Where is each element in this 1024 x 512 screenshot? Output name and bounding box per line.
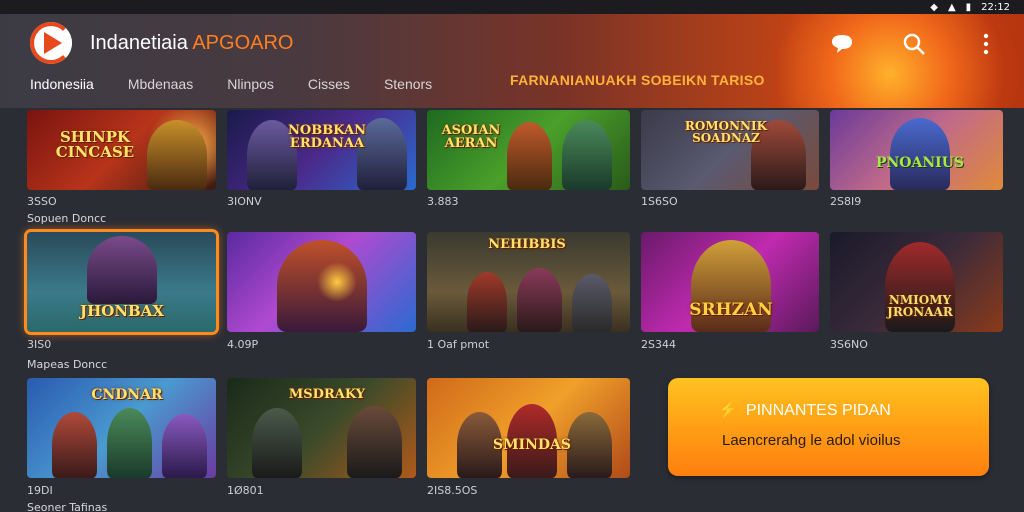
signal-icon: ▲ (947, 1, 956, 13)
game-meta: 1S6SO (641, 195, 678, 208)
tab-4[interactable]: Cisses (308, 76, 350, 92)
game-card[interactable]: CNDNAR (27, 378, 216, 478)
game-title: CNDNAR (91, 387, 163, 403)
battery-icon: ▮ (965, 1, 972, 13)
app-title: Indanetiaia APGOARO (90, 32, 293, 55)
tab-indonesia[interactable]: Indonesiia (30, 76, 94, 92)
game-meta: 3IONV (227, 195, 262, 208)
game-title: ROMONNIK SOADNAZ (684, 119, 768, 145)
tab-5[interactable]: Stenors (384, 76, 432, 92)
game-title: SHINPK CINCASE (55, 128, 135, 161)
game-card[interactable]: SMINDAS (427, 378, 630, 478)
wifi-icon: ◆ (930, 1, 938, 13)
game-card[interactable]: NMIOMY JRONAAR (830, 232, 1003, 332)
game-meta: 3S6NO (830, 338, 868, 351)
cta-title: ⚡ PINNANTES PIDAN (718, 400, 891, 420)
game-meta: 3SSO (27, 195, 57, 208)
tab-2[interactable]: Mbdenaas (128, 76, 193, 92)
section-heading: Seoner Tafinas (27, 501, 108, 512)
game-title: NOBBKAN ERDANAA (288, 123, 366, 151)
game-meta: 2S344 (641, 338, 676, 351)
game-title: SMINDAS (492, 437, 572, 453)
game-meta: 1Ø801 (227, 484, 264, 497)
game-grid: SHINPK CINCASE 3SSO NOBBKAN ERDANAA 3ION… (0, 108, 1024, 512)
section-heading: Sopuen Doncc (27, 212, 107, 225)
game-card[interactable]: PNOANIUS (830, 110, 1003, 190)
game-card[interactable] (227, 232, 416, 332)
game-meta: 2S8I9 (830, 195, 862, 208)
game-title: SRHZAN (689, 300, 773, 320)
game-card[interactable]: ROMONNIK SOADNAZ (641, 110, 819, 190)
game-meta: 2IS8.5OS (427, 484, 478, 497)
game-card-selected[interactable]: JHONBAX (24, 229, 219, 335)
cta-subtitle: Laencrerahg le adol vioilus (722, 432, 901, 449)
search-icon[interactable] (900, 30, 928, 58)
app-title-accent: APGOARO (192, 32, 294, 54)
header-glow (760, 14, 1020, 108)
app-title-main: Indanetiaia (90, 32, 188, 54)
game-title: NEHIBBIS (488, 237, 566, 252)
cta-line1: PINNANTES PIDAN (745, 402, 891, 419)
cta-button[interactable]: ⚡ PINNANTES PIDAN Laencrerahg le adol vio… (668, 378, 989, 476)
play-logo-icon[interactable] (30, 22, 72, 64)
status-bar: ◆ ▲ ▮ 22:12 (0, 0, 1024, 14)
game-meta: 1 Oaf pmot (427, 338, 490, 351)
game-title: MSDRAKY (288, 387, 366, 402)
game-meta: 3IS0 (27, 338, 52, 351)
game-title: ASOIAN AERAN (441, 123, 501, 151)
game-meta: 4.09P (227, 338, 259, 351)
chat-bubble-icon[interactable] (828, 30, 856, 58)
game-meta: 3.883 (427, 195, 459, 208)
game-title: NMIOMY JRONAAR (887, 293, 953, 319)
game-meta: 19DI (27, 484, 53, 497)
status-time: 22:12 (981, 1, 1010, 13)
game-title: PNOANIUS (875, 155, 965, 171)
more-vert-icon[interactable] (972, 30, 1000, 58)
promo-banner-text[interactable]: FARNANIANUAKH SOBEIKN TARISO (510, 72, 765, 88)
game-card[interactable]: ASOIAN AERAN (427, 110, 630, 190)
section-heading: Mapeas Doncc (27, 358, 108, 371)
app-bar: Indanetiaia APGOARO Indonesiia Mbdenaas … (0, 14, 1024, 108)
bolt-icon: ⚡ (718, 402, 738, 419)
tab-bar: Indonesiia Mbdenaas Nlinpos Cisses Steno… (30, 76, 432, 92)
game-card[interactable]: NEHIBBIS (427, 232, 630, 332)
game-card[interactable]: SRHZAN (641, 232, 819, 332)
game-card[interactable]: MSDRAKY (227, 378, 416, 478)
tab-3[interactable]: Nlinpos (227, 76, 274, 92)
game-card[interactable]: NOBBKAN ERDANAA (227, 110, 416, 190)
top-actions (828, 30, 1000, 58)
game-card[interactable]: SHINPK CINCASE (27, 110, 216, 190)
game-title: JHONBAX (79, 302, 164, 320)
